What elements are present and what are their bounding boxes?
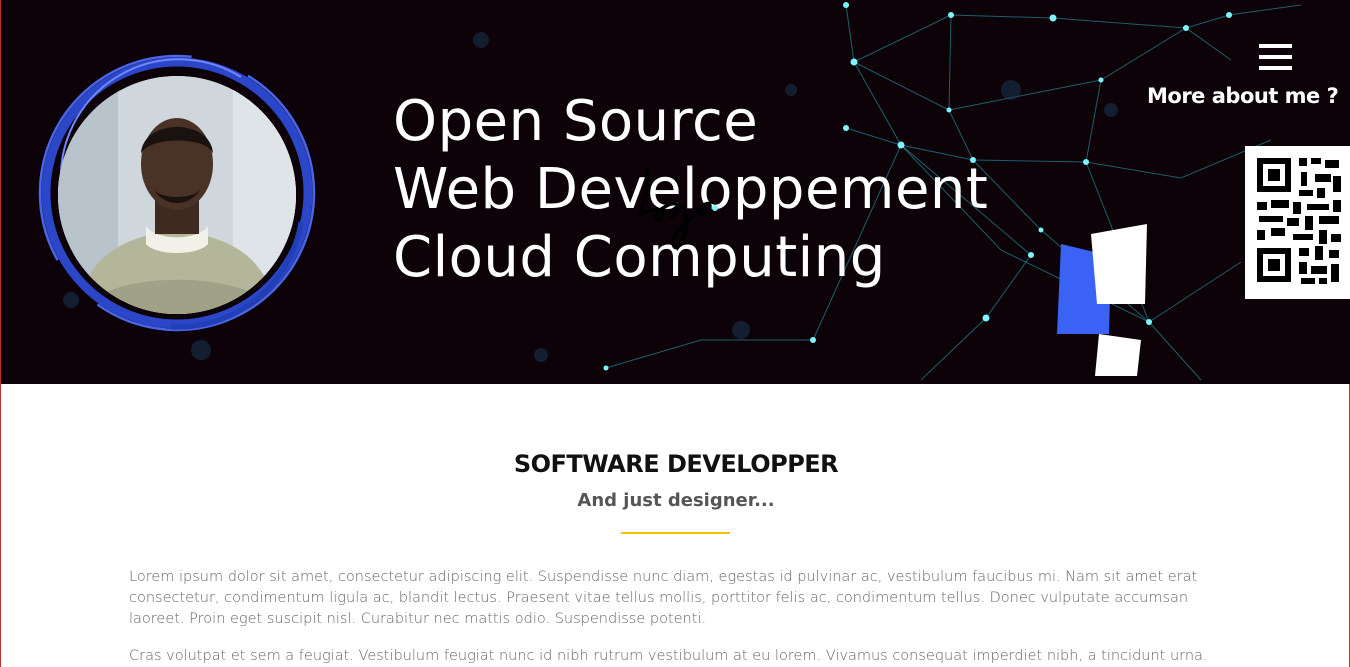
title-divider	[621, 532, 730, 534]
hero-banner: Open Source Web Developpement Cloud Comp…	[1, 0, 1350, 384]
avatar	[31, 52, 321, 334]
brand-mark-icon	[1057, 224, 1147, 376]
body-paragraph-1: Lorem ipsum dolor sit amet, consectetur …	[129, 569, 1198, 627]
logo-icon[interactable]	[629, 160, 729, 260]
section-title: SOFTWARE DEVELOPPER	[513, 450, 839, 478]
menu-bar	[1259, 55, 1292, 59]
body-paragraph-2: Cras volutpat et sem a feugiat. Vestibul…	[129, 648, 1208, 664]
more-about-me-link[interactable]: More about me ?	[1147, 84, 1350, 108]
section-subtitle: And just designer...	[577, 490, 775, 511]
hamburger-menu-icon[interactable]	[1259, 44, 1295, 74]
profile-photo	[58, 76, 296, 314]
menu-bar	[1259, 44, 1292, 48]
qr-code[interactable]	[1245, 146, 1350, 299]
headline-line-1: Open Source	[393, 89, 759, 154]
menu-bar	[1259, 66, 1292, 70]
